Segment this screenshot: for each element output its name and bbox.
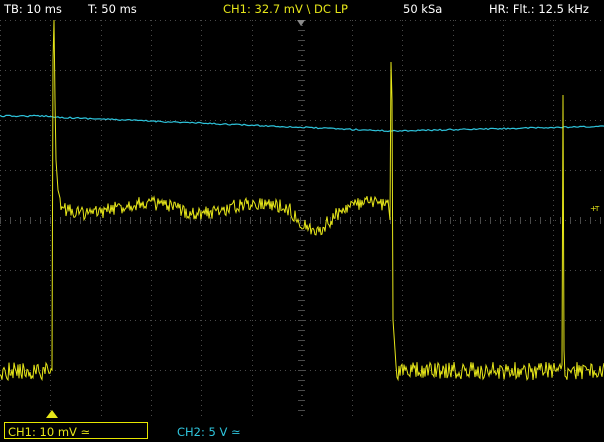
timebase-readout[interactable]: TB: 10 ms	[4, 2, 62, 16]
waveform-display[interactable]: + T	[0, 20, 604, 420]
trigger-level-label: T	[594, 205, 600, 213]
ch2-setting[interactable]: CH2: 5 V ≃	[177, 425, 241, 439]
ch2-waveform	[0, 114, 604, 133]
graticule	[0, 20, 604, 420]
trigger-position-icon[interactable]	[297, 20, 305, 26]
ch1-trigger-readout[interactable]: CH1: 32.7 mV \ DC LP	[223, 2, 348, 16]
sample-rate-readout[interactable]: 50 kSa	[403, 2, 442, 16]
channel-bar: CH1: 10 mV ≃ CH2: 5 V ≃	[0, 420, 604, 442]
trigger-time-readout[interactable]: T: 50 ms	[88, 2, 137, 16]
ch1-setting[interactable]: CH1: 10 mV ≃	[8, 425, 90, 439]
hr-filter-readout[interactable]: HR: Flt.: 12.5 kHz	[489, 2, 589, 16]
ch1-ground-marker-icon[interactable]	[46, 410, 58, 418]
status-bar: TB: 10 ms T: 50 ms CH1: 32.7 mV \ DC LP …	[0, 0, 604, 20]
